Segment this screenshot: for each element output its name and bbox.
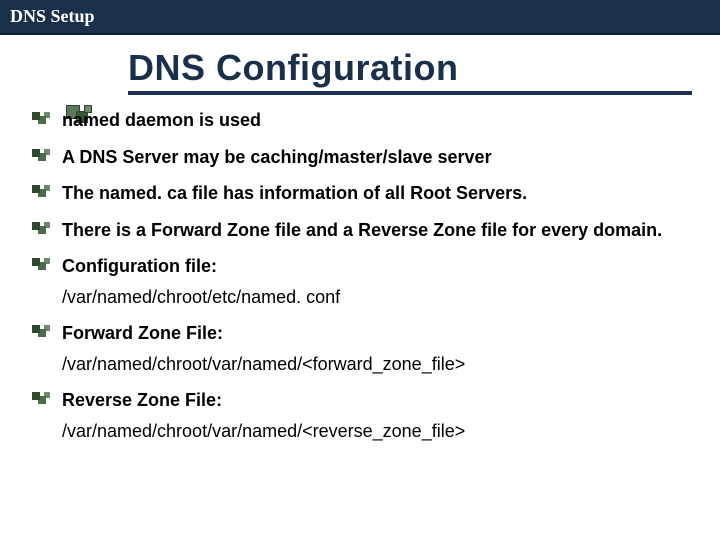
bullet-subtext: /var/named/chroot/etc/named. conf bbox=[62, 287, 340, 307]
bullet-list: named daemon is used A DNS Server may be… bbox=[28, 109, 692, 442]
bullet-subtext: /var/named/chroot/var/named/<forward_zon… bbox=[62, 354, 465, 374]
slide-content: DNS Configuration named daemon is used A… bbox=[0, 35, 720, 466]
slide-title: DNS Configuration bbox=[128, 47, 692, 89]
list-item: named daemon is used bbox=[28, 109, 692, 132]
list-item-sub: /var/named/chroot/var/named/<reverse_zon… bbox=[28, 420, 692, 443]
list-item: Configuration file: bbox=[28, 255, 692, 278]
bullet-text: A DNS Server may be caching/master/slave… bbox=[62, 147, 492, 167]
header-label: DNS Setup bbox=[10, 6, 95, 26]
bullet-text: Forward Zone File: bbox=[62, 323, 223, 343]
list-item: A DNS Server may be caching/master/slave… bbox=[28, 146, 692, 169]
bullet-text: There is a Forward Zone file and a Rever… bbox=[62, 220, 662, 240]
bullet-subtext: /var/named/chroot/var/named/<reverse_zon… bbox=[62, 421, 465, 441]
list-item: Forward Zone File: bbox=[28, 322, 692, 345]
list-item: The named. ca file has information of al… bbox=[28, 182, 692, 205]
title-underline bbox=[128, 91, 692, 95]
bullet-text: Reverse Zone File: bbox=[62, 390, 222, 410]
bullet-text: The named. ca file has information of al… bbox=[62, 183, 527, 203]
list-item-sub: /var/named/chroot/etc/named. conf bbox=[28, 286, 692, 309]
bullet-text: Configuration file: bbox=[62, 256, 217, 276]
list-item-sub: /var/named/chroot/var/named/<forward_zon… bbox=[28, 353, 692, 376]
list-item: Reverse Zone File: bbox=[28, 389, 692, 412]
slide-header: DNS Setup bbox=[0, 0, 720, 35]
title-block: DNS Configuration bbox=[28, 47, 692, 95]
bullet-text: named daemon is used bbox=[62, 110, 261, 130]
list-item: There is a Forward Zone file and a Rever… bbox=[28, 219, 692, 242]
